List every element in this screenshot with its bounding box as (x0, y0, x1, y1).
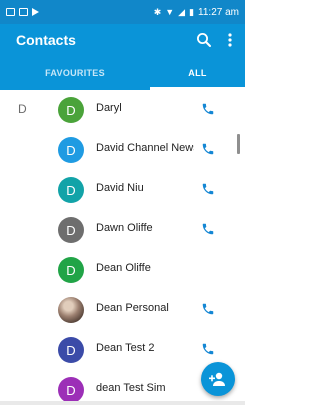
battery-icon: ▮ (189, 6, 195, 17)
avatar: D (58, 377, 84, 403)
avatar: D (58, 257, 84, 283)
add-contact-button[interactable] (201, 362, 235, 396)
avatar: D (58, 97, 84, 123)
contact-row[interactable]: D David Channel News (0, 130, 245, 170)
contacts-screen: ✱ ▼ ◢ ▮ 11:27 am Contacts FAVOURITES ALL (0, 0, 245, 405)
avatar: D (58, 177, 84, 203)
contact-name: Dean Oliffe (96, 262, 151, 274)
avatar: D (58, 137, 84, 163)
contact-name: Dean Personal (96, 302, 169, 314)
search-button[interactable] (194, 30, 214, 50)
avatar: D (58, 337, 84, 363)
phone-icon[interactable] (201, 182, 215, 196)
contact-row[interactable]: Dean Personal (0, 290, 245, 330)
bottom-edge (0, 401, 245, 405)
contact-name: Dawn Oliffe (96, 222, 153, 234)
tab-favourites[interactable]: FAVOURITES (0, 56, 150, 90)
phone-icon[interactable] (201, 102, 215, 116)
image-icon (19, 8, 28, 16)
more-options-button[interactable] (222, 30, 238, 50)
contact-name: David Channel News (96, 142, 194, 154)
more-vert-icon (228, 33, 232, 47)
avatar: D (58, 217, 84, 243)
bluetooth-icon: ✱ (153, 6, 162, 17)
contact-row[interactable]: D Dean Oliffe (0, 250, 245, 290)
phone-icon[interactable] (201, 302, 215, 316)
mail-icon (6, 8, 15, 16)
app-bar: Contacts (0, 24, 245, 56)
contact-name: Daryl (96, 102, 122, 114)
phone-icon[interactable] (201, 342, 215, 356)
phone-icon[interactable] (201, 142, 215, 156)
contact-name: dean Test Sim (96, 382, 166, 394)
add-contact-icon (209, 372, 225, 386)
search-icon (197, 33, 211, 47)
scrollbar[interactable] (237, 134, 240, 154)
wifi-icon: ▼ (165, 6, 175, 17)
avatar-photo (58, 297, 84, 323)
contact-name: David Niu (96, 182, 144, 194)
contact-name: Dean Test 2 (96, 342, 155, 354)
status-bar: ✱ ▼ ◢ ▮ 11:27 am (0, 0, 245, 24)
contact-row[interactable]: D David Niu (0, 170, 245, 210)
section-letter: D (18, 102, 27, 116)
contact-row[interactable]: D D Daryl (0, 90, 245, 130)
page-title: Contacts (16, 32, 76, 48)
tab-bar: FAVOURITES ALL (0, 56, 245, 90)
play-icon (32, 8, 39, 16)
status-time: 11:27 am (198, 6, 239, 18)
phone-icon[interactable] (201, 222, 215, 236)
contact-list[interactable]: D D Daryl D David Channel News D David N… (0, 90, 245, 405)
contact-row[interactable]: D Dawn Oliffe (0, 210, 245, 250)
tab-all[interactable]: ALL (150, 56, 245, 90)
signal-icon: ◢ (178, 6, 186, 17)
